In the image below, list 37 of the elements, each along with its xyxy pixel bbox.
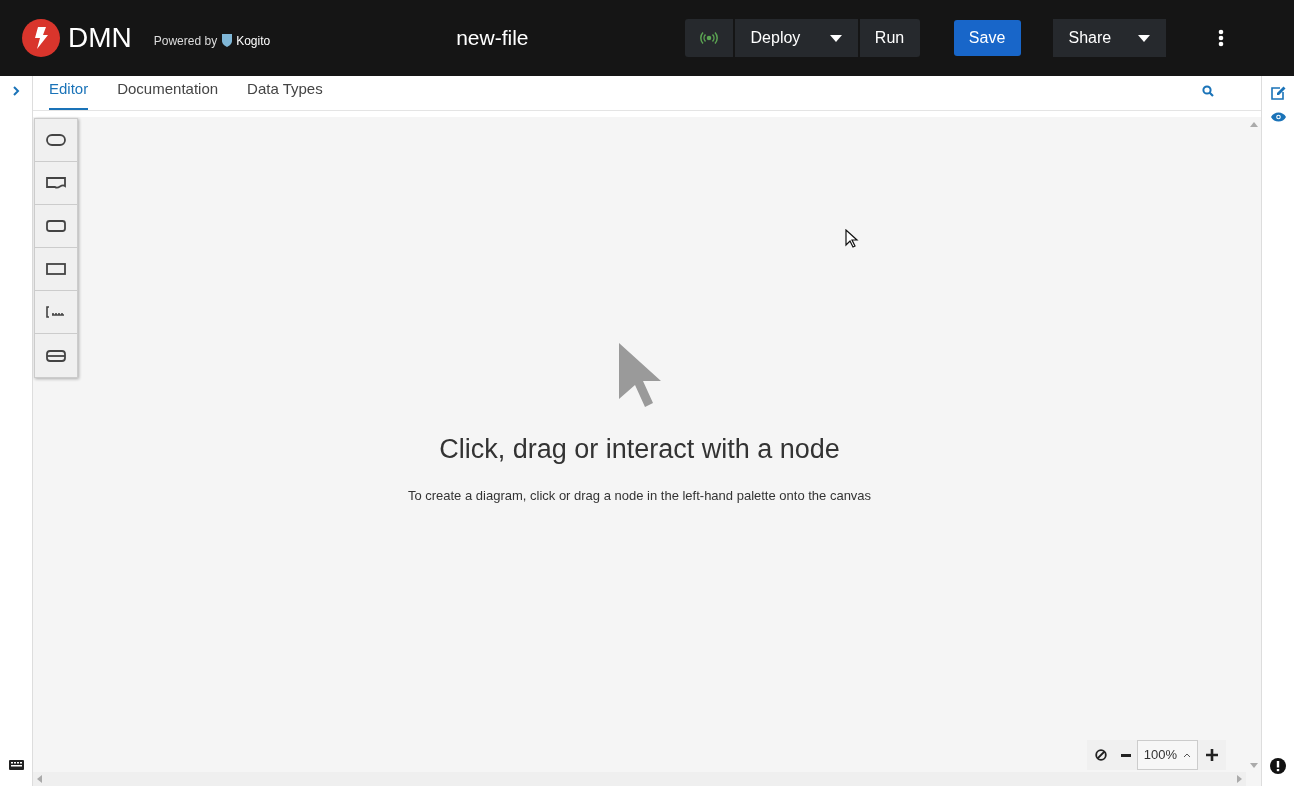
file-name[interactable]: new-file — [456, 22, 529, 54]
connection-button[interactable] — [684, 19, 733, 57]
canvas[interactable]: Click, drag or interact with a node To create a diagram, click or drag a node in the left-hand palette onto the canvas 100% — [33, 117, 1246, 786]
pointer-icon — [845, 229, 859, 249]
reset-zoom-icon[interactable] — [1094, 749, 1107, 761]
zoom-out-icon[interactable] — [1120, 753, 1131, 757]
zoom-level-dropdown[interactable]: 100% — [1136, 740, 1198, 770]
more-options-icon[interactable] — [1217, 29, 1224, 47]
tab[interactable]: Documentation — [117, 77, 219, 110]
edit-icon[interactable] — [1270, 86, 1286, 100]
save-button[interactable]: Save — [953, 20, 1021, 56]
decision-node-icon — [44, 131, 68, 149]
kogito-text: Kogito — [236, 33, 271, 50]
empty-state-title: Click, drag or interact with a node — [439, 433, 840, 466]
app-logo-text: DMN — [68, 21, 132, 55]
shield-logo-icon — [221, 33, 234, 47]
share-button[interactable]: Share — [1052, 19, 1166, 57]
run-button[interactable]: Run — [859, 19, 920, 57]
tab[interactable]: Editor — [49, 77, 89, 110]
keyboard-icon[interactable] — [8, 760, 24, 770]
caret-icon — [829, 34, 842, 42]
powered-by-text: Powered by — [153, 33, 218, 50]
caret-up-icon — [1183, 752, 1191, 758]
lightning-logo-icon — [22, 19, 60, 57]
zoom-in-icon[interactable] — [1206, 749, 1218, 761]
rectangle-node-icon — [44, 260, 68, 278]
alert-icon[interactable] — [1270, 758, 1286, 774]
caret-icon — [1137, 34, 1150, 42]
tab[interactable]: Data Types — [247, 77, 323, 110]
broadcast-icon — [699, 32, 718, 44]
eye-icon[interactable] — [1270, 112, 1286, 122]
deploy-button[interactable]: Deploy — [734, 19, 858, 57]
search-icon[interactable] — [1202, 85, 1214, 97]
chevron-right-icon[interactable] — [12, 86, 20, 96]
cursor-arrow-icon — [618, 343, 661, 407]
knowledge-node-icon — [44, 217, 68, 235]
empty-state-message: To create a diagram, click or drag a node in the left-hand palette onto the canvas — [407, 486, 872, 505]
